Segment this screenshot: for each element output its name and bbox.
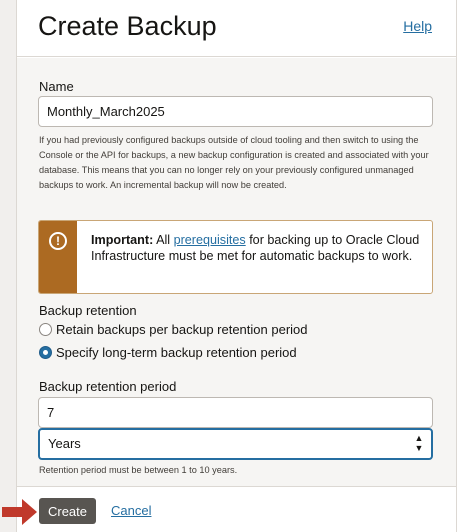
radio-button[interactable] (39, 323, 52, 336)
radio-label: Retain backups per backup retention peri… (56, 322, 308, 337)
create-button[interactable]: Create (39, 498, 96, 524)
notice-text: Important: All prerequisites for backing… (91, 232, 421, 264)
cancel-link[interactable]: Cancel (111, 503, 151, 518)
retention-period-label: Backup retention period (39, 379, 177, 394)
notice-text-before-link: All (156, 233, 171, 247)
panel-footer: Create Cancel (17, 486, 456, 532)
backup-retention-label: Backup retention (39, 303, 137, 318)
left-gutter (0, 0, 16, 532)
exclamation-circle-icon: ! (49, 232, 67, 250)
pointer-arrow-icon (2, 499, 37, 525)
form-body: Name If you had previously configured ba… (17, 58, 456, 486)
panel-header: Create Backup Help (17, 0, 456, 57)
page-title: Create Backup (38, 11, 217, 41)
help-link[interactable]: Help (403, 18, 432, 34)
radio-button-selected[interactable] (39, 346, 52, 359)
radio-label: Specify long-term backup retention perio… (56, 345, 297, 360)
notice-bold-prefix: Important: (91, 233, 154, 247)
retention-help-text: Retention period must be between 1 to 10… (39, 465, 238, 475)
retention-period-input[interactable] (38, 397, 433, 428)
notice-accent-bar: ! (39, 221, 77, 293)
prerequisites-link[interactable]: prerequisites (174, 233, 246, 247)
important-notice: ! Important: All prerequisites for backi… (38, 220, 433, 294)
name-label: Name (39, 79, 74, 94)
chevron-up-down-icon: ▲ ▼ (414, 433, 424, 453)
create-backup-panel: Create Backup Help Name If you had previ… (16, 0, 457, 532)
name-input[interactable] (38, 96, 433, 127)
retention-unit-value: Years (48, 436, 81, 451)
name-help-text: If you had previously configured backups… (39, 135, 429, 190)
retention-unit-select[interactable]: Years ▲ ▼ (38, 428, 433, 460)
